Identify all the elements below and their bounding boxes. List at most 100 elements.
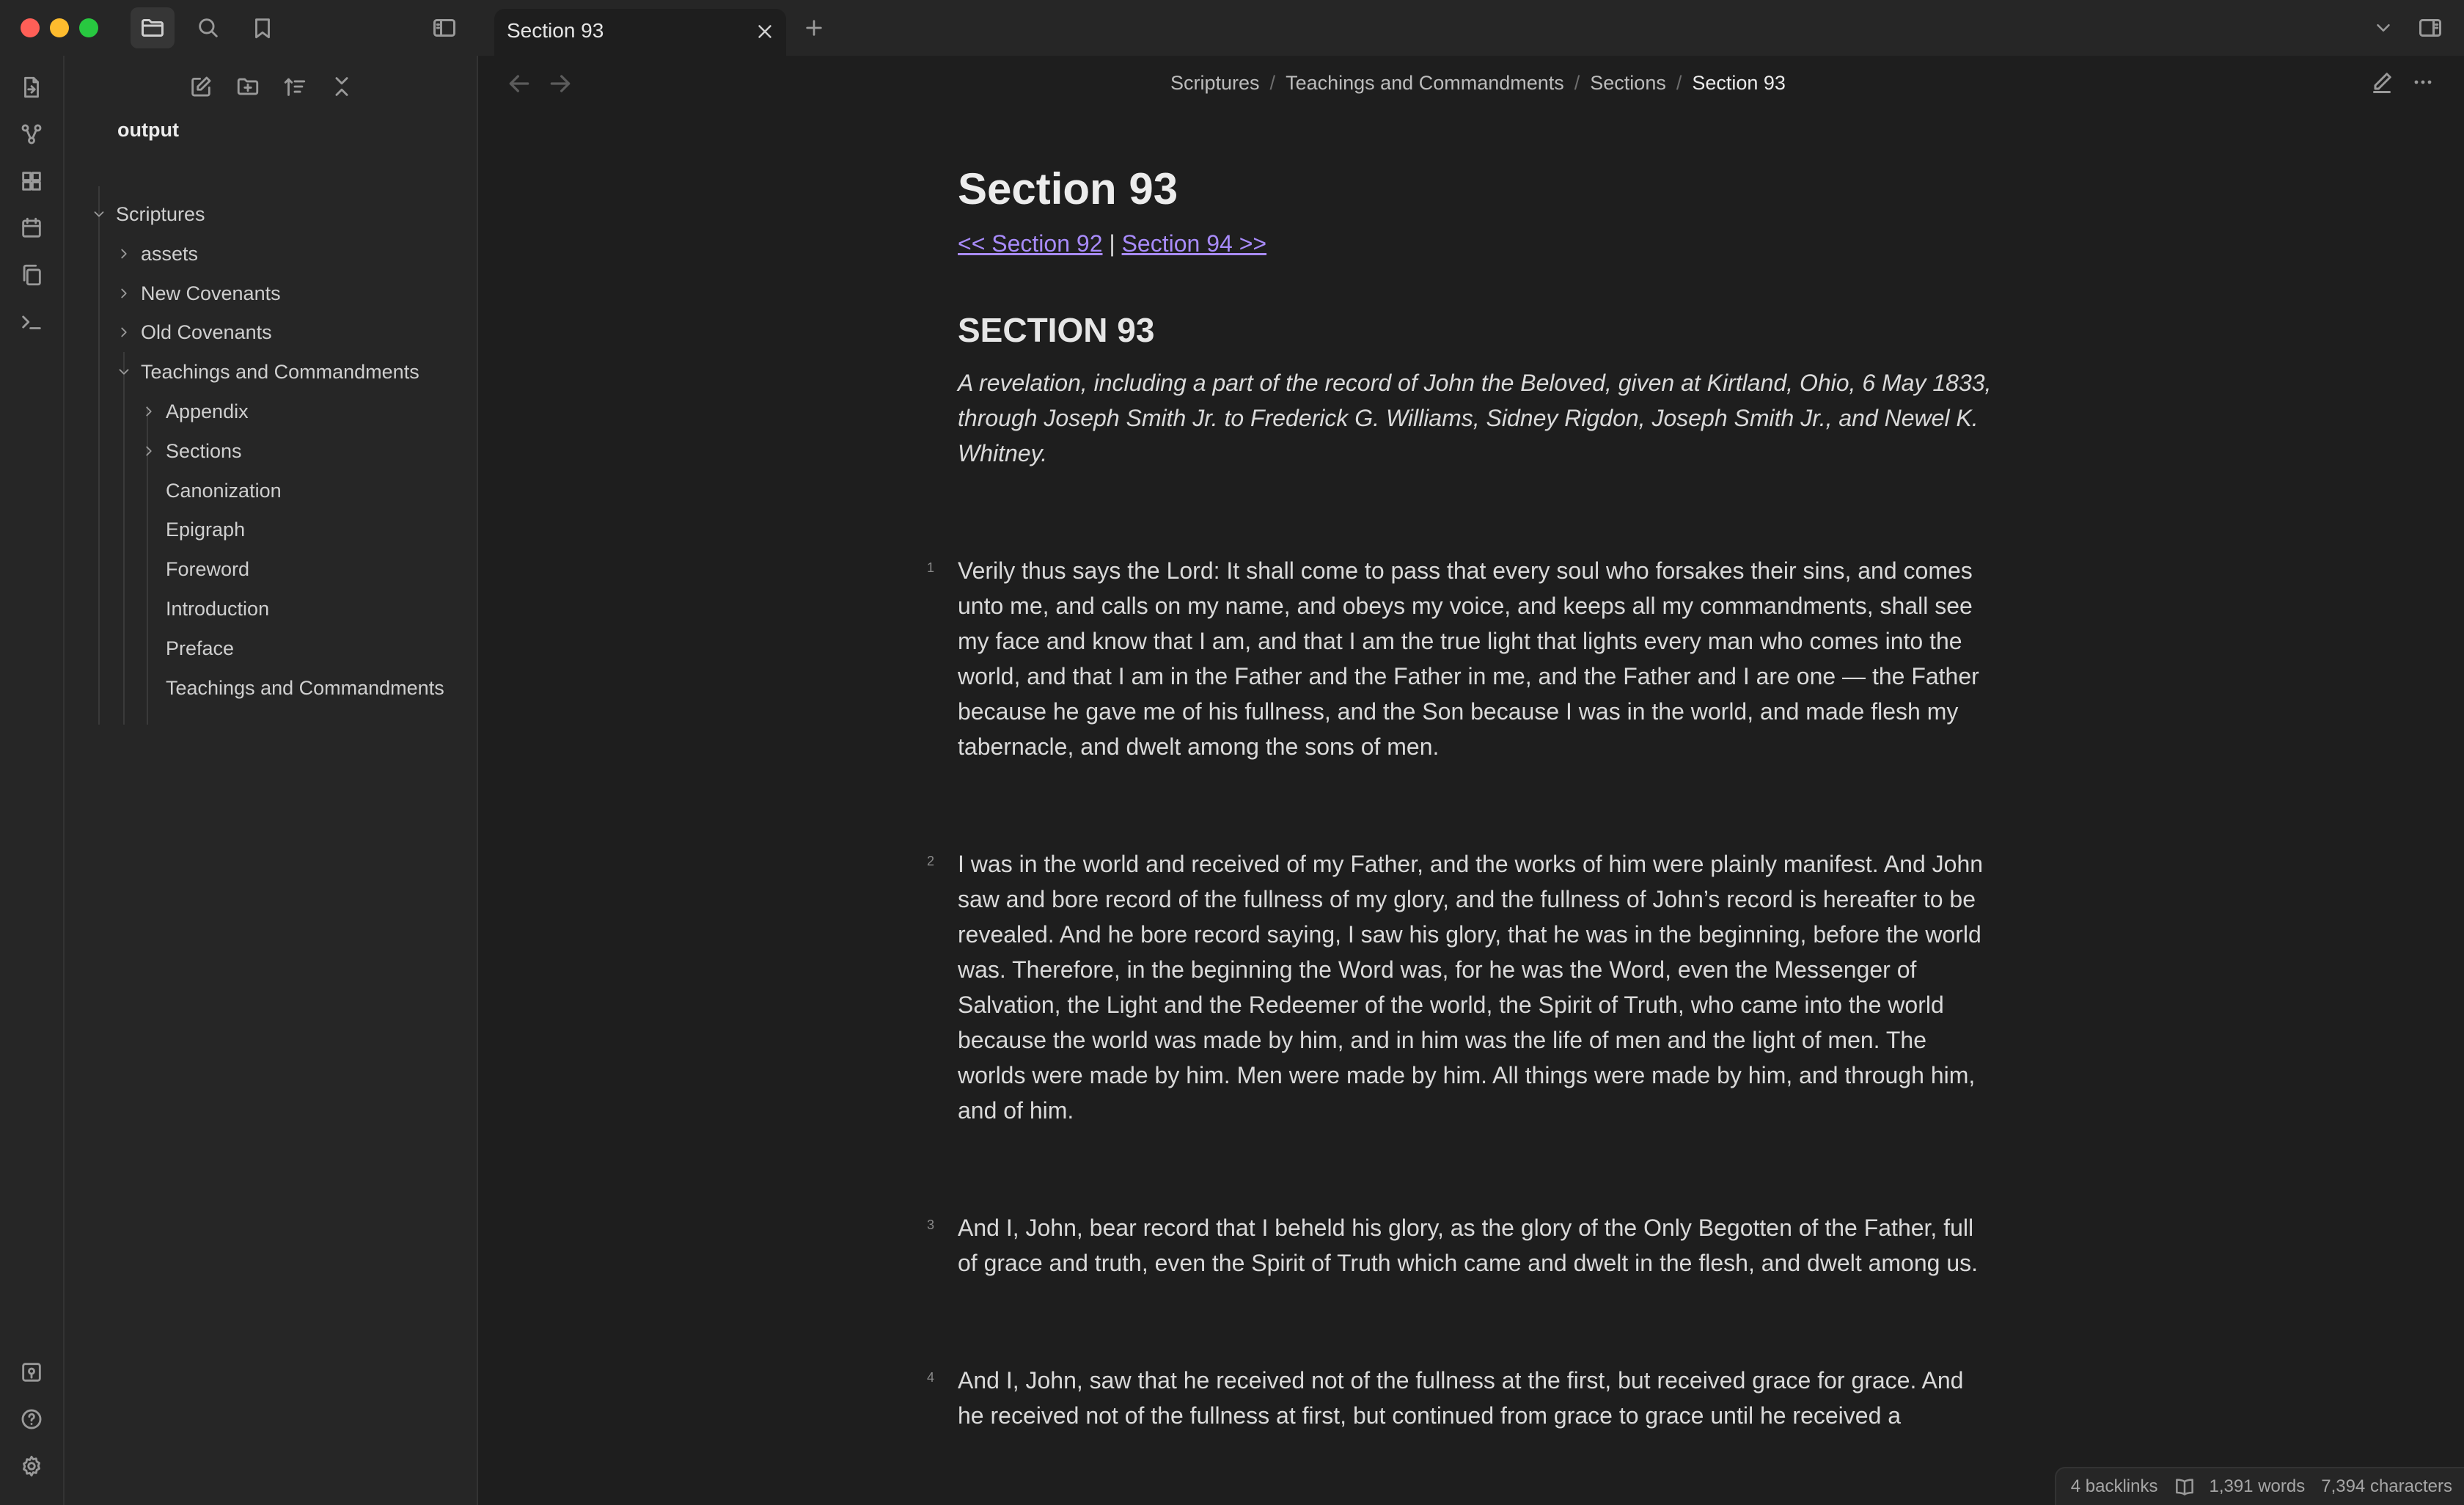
chevron-right-icon[interactable] xyxy=(116,324,132,340)
title-bar: Section 93 xyxy=(0,0,2464,56)
vault-switcher-button[interactable] xyxy=(16,1357,47,1388)
tree-file-item[interactable]: Canonization xyxy=(166,473,282,508)
folder-plus-icon xyxy=(237,78,259,95)
forward-arrow-icon[interactable] xyxy=(546,69,575,98)
new-note-button[interactable] xyxy=(185,70,217,103)
folder-icon xyxy=(142,19,164,37)
verse: 2 I was in the world and received of my … xyxy=(927,846,1993,1128)
new-note-icon xyxy=(191,76,211,97)
breadcrumb-separator: / xyxy=(1269,72,1276,94)
verse: 1 Verily thus says the Lord: It shall co… xyxy=(927,553,1993,764)
copy-icon xyxy=(23,264,41,286)
chevron-down-icon xyxy=(2377,24,2390,32)
close-icon[interactable] xyxy=(754,21,776,43)
plus-icon xyxy=(806,20,822,36)
chevron-right-icon[interactable] xyxy=(141,403,157,420)
templates-button[interactable] xyxy=(16,260,47,290)
command-palette-button[interactable] xyxy=(16,307,47,337)
tree-item-label: Old Covenants xyxy=(141,321,272,343)
tree-file-item[interactable]: Foreword xyxy=(166,552,249,587)
tree-item-label: Canonization xyxy=(166,479,282,502)
breadcrumb-item-sections[interactable]: Sections xyxy=(1590,72,1666,94)
new-folder-button[interactable] xyxy=(232,70,264,103)
chevron-down-icon[interactable] xyxy=(91,206,107,222)
sort-button[interactable] xyxy=(279,70,311,103)
collapse-icon xyxy=(335,77,348,96)
chevron-right-icon[interactable] xyxy=(116,246,132,262)
open-canvas-button[interactable] xyxy=(16,166,47,197)
prev-section-link[interactable]: << Section 92 xyxy=(958,230,1102,257)
tree-folder-item[interactable]: assets xyxy=(116,236,198,271)
collapse-all-button[interactable] xyxy=(326,70,358,103)
more-options-icon[interactable] xyxy=(2410,69,2436,95)
section-heading: SECTION 93 xyxy=(958,311,1155,349)
canvas-icon xyxy=(22,172,41,191)
toggle-left-sidebar-button[interactable] xyxy=(422,7,466,48)
window-zoom-button[interactable] xyxy=(79,18,98,37)
tree-item-label: Scriptures xyxy=(116,202,205,225)
tree-file-item[interactable]: Preface xyxy=(166,631,234,666)
tree-file-item[interactable]: Introduction xyxy=(166,591,269,626)
tree-folder-item[interactable]: New Covenants xyxy=(116,276,281,311)
search-icon xyxy=(199,18,218,37)
search-button[interactable] xyxy=(186,7,230,48)
word-count: 1,391 words xyxy=(2209,1476,2306,1496)
tree-file-item[interactable]: Teachings and Commandments xyxy=(166,670,444,706)
daily-note-button[interactable] xyxy=(16,213,47,243)
breadcrumb-item-current[interactable]: Section 93 xyxy=(1692,72,1786,94)
tree-folder-item[interactable]: Appendix xyxy=(141,394,249,429)
verse: 4 And I, John, saw that he received not … xyxy=(927,1363,1993,1433)
terminal-icon xyxy=(22,315,41,329)
chevron-right-icon[interactable] xyxy=(116,285,132,301)
window-close-button[interactable] xyxy=(21,18,40,37)
breadcrumb-separator: / xyxy=(1676,72,1682,94)
toggle-right-sidebar-button[interactable] xyxy=(2408,7,2452,48)
chevron-down-icon[interactable] xyxy=(116,364,132,380)
verse-text: I was in the world and received of my Fa… xyxy=(958,851,1984,1124)
tree-file-item[interactable]: Epigraph xyxy=(166,512,245,547)
vault-name[interactable]: output xyxy=(117,119,179,142)
next-section-link[interactable]: Section 94 >> xyxy=(1122,230,1266,257)
new-tab-button[interactable] xyxy=(792,7,836,48)
gear-icon xyxy=(23,1455,40,1477)
help-icon xyxy=(21,1409,42,1429)
verse-number: 2 xyxy=(927,854,935,868)
bookmark-icon xyxy=(255,18,270,39)
open-quick-switcher-button[interactable] xyxy=(16,72,47,103)
verse-text: Verily thus says the Lord: It shall come… xyxy=(958,557,1979,760)
breadcrumb: Scriptures / Teachings and Commandments / Se… xyxy=(1170,72,1786,95)
file-explorer: output Scriptures assets New Covenants Old … xyxy=(65,56,478,1505)
sort-icon xyxy=(284,78,306,96)
file-switch-icon xyxy=(24,76,39,98)
breadcrumb-item-teachings[interactable]: Teachings and Commandments xyxy=(1286,72,1564,94)
tree-folder-item[interactable]: Old Covenants xyxy=(116,315,272,350)
back-arrow-icon[interactable] xyxy=(505,69,534,98)
tree-guide-line xyxy=(98,186,100,725)
tree-item-label: Teachings and Commandments xyxy=(141,360,419,383)
sidebar-right-icon xyxy=(2419,19,2441,37)
help-button[interactable] xyxy=(16,1404,47,1435)
edit-pencil-icon[interactable] xyxy=(2369,69,2395,95)
section-nav-links: << Section 92 | Section 94 >> xyxy=(958,227,1993,260)
bookmarks-button[interactable] xyxy=(241,7,285,48)
graph-icon xyxy=(21,124,42,144)
tree-item-label: New Covenants xyxy=(141,282,281,304)
tree-folder-item[interactable]: Teachings and Commandments xyxy=(116,354,419,389)
tree-folder-item[interactable]: Scriptures xyxy=(91,197,205,232)
tree-item-label: Introduction xyxy=(166,597,270,620)
open-graph-view-button[interactable] xyxy=(16,119,47,150)
window-minimize-button[interactable] xyxy=(50,18,69,37)
tab-list-button[interactable] xyxy=(2361,7,2405,48)
tree-item-label: Preface xyxy=(166,637,235,659)
tree-item-label: Appendix xyxy=(166,400,249,422)
tree-folder-item[interactable]: Sections xyxy=(141,433,242,469)
backlinks-count[interactable]: 4 backlinks xyxy=(2071,1476,2158,1497)
verse-number: 1 xyxy=(927,560,935,575)
note-content: Section 93 << Section 92 | Section 94 >>… xyxy=(927,160,1993,1433)
breadcrumb-item-scriptures[interactable]: Scriptures xyxy=(1170,72,1260,94)
files-button[interactable] xyxy=(131,7,175,48)
chevron-right-icon[interactable] xyxy=(141,443,157,459)
book-open-icon[interactable] xyxy=(2174,1476,2196,1498)
settings-button[interactable] xyxy=(16,1451,47,1482)
tab-section-93[interactable]: Section 93 xyxy=(494,9,786,56)
